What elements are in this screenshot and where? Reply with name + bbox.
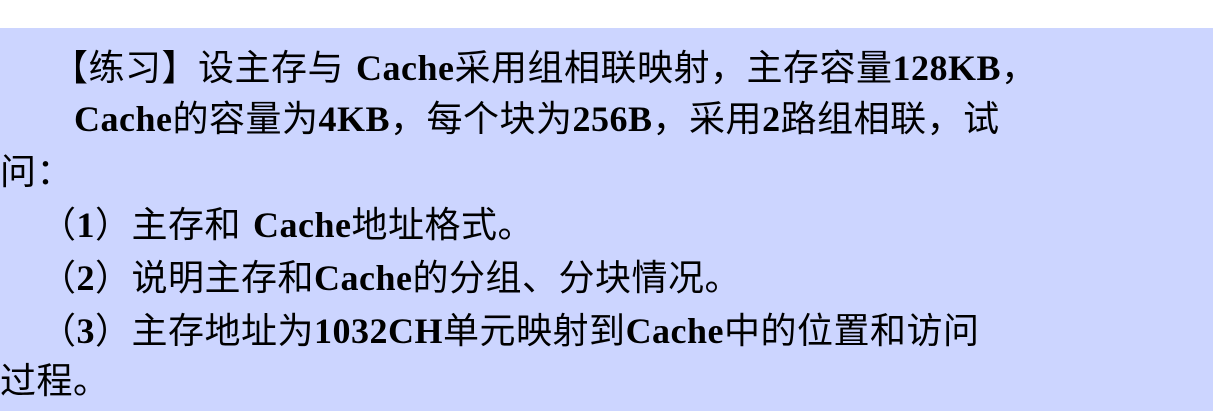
question-2: （2）说明主存和Cache的分组、分块情况。 xyxy=(40,256,741,301)
line1-text-a: 设主存与 xyxy=(198,48,356,89)
exercise-line-7: 过程。 xyxy=(0,360,110,404)
q3-text-c: 中的位置和访问 xyxy=(724,311,980,352)
q1-number: 1 xyxy=(76,205,96,245)
line2-text-b: ，每个块为 xyxy=(390,99,573,140)
line2-block-size: 256B xyxy=(572,99,653,139)
q3-address: 1032CH xyxy=(314,311,444,351)
q1-paren-close: ） xyxy=(95,205,132,246)
q3-paren-open: （ xyxy=(40,311,77,352)
q1-cache: Cache xyxy=(252,205,352,245)
line7-text: 过程。 xyxy=(0,361,110,402)
line2-ways: 2 xyxy=(762,99,781,139)
q2-paren-close: ） xyxy=(95,258,132,299)
q1-paren-open: （ xyxy=(40,205,77,246)
slide: 【练习】设主存与 Cache采用组相联映射，主存容量128KB， Cache的容… xyxy=(0,0,1213,411)
q2-paren-open: （ xyxy=(40,258,77,299)
bracket-open: 【 xyxy=(52,48,89,89)
q1-text-b: 地址格式。 xyxy=(351,205,534,246)
q2-text-a: 说明主存和 xyxy=(131,258,315,299)
line1-cache: Cache xyxy=(356,48,455,88)
q3-text-b: 单元映射到 xyxy=(443,311,626,352)
line1-main-size: 128KB xyxy=(892,48,1002,88)
line2-cache: Cache xyxy=(74,99,173,139)
line3-text: 问： xyxy=(0,152,74,193)
q2-number: 2 xyxy=(76,258,96,298)
line2-text-d: 路组相联，试 xyxy=(780,99,1000,140)
exercise-line-3: 问： xyxy=(0,151,73,195)
q1-text-a: 主存和 xyxy=(131,205,253,246)
exercise-tag: 练习 xyxy=(88,48,162,89)
line2-cache-size: 4KB xyxy=(318,99,391,139)
exercise-line-1: 【练习】设主存与 Cache采用组相联映射，主存容量128KB， xyxy=(52,46,1038,91)
line2-text-a: 的容量为 xyxy=(172,99,319,140)
question-3: （3）主存地址为1032CH单元映射到Cache中的位置和访问 xyxy=(40,309,980,354)
q3-text-a: 主存地址为 xyxy=(131,311,315,352)
line1-text-b: 采用组相联映射，主存容量 xyxy=(454,48,893,89)
q2-text-b: 的分组、分块情况。 xyxy=(412,258,742,299)
question-1: （1）主存和 Cache地址格式。 xyxy=(40,203,534,248)
q3-cache: Cache xyxy=(625,311,725,351)
q3-number: 3 xyxy=(76,311,96,351)
q3-paren-close: ） xyxy=(95,311,132,352)
line2-text-c: ，采用 xyxy=(652,99,763,140)
exercise-panel: 【练习】设主存与 Cache采用组相联映射，主存容量128KB， Cache的容… xyxy=(0,28,1213,411)
q2-cache: Cache xyxy=(314,258,413,298)
exercise-line-2: Cache的容量为4KB，每个块为256B，采用2路组相联，试 xyxy=(74,97,1000,142)
bracket-close: 】 xyxy=(161,48,199,89)
line1-text-c: ， xyxy=(1001,48,1038,89)
